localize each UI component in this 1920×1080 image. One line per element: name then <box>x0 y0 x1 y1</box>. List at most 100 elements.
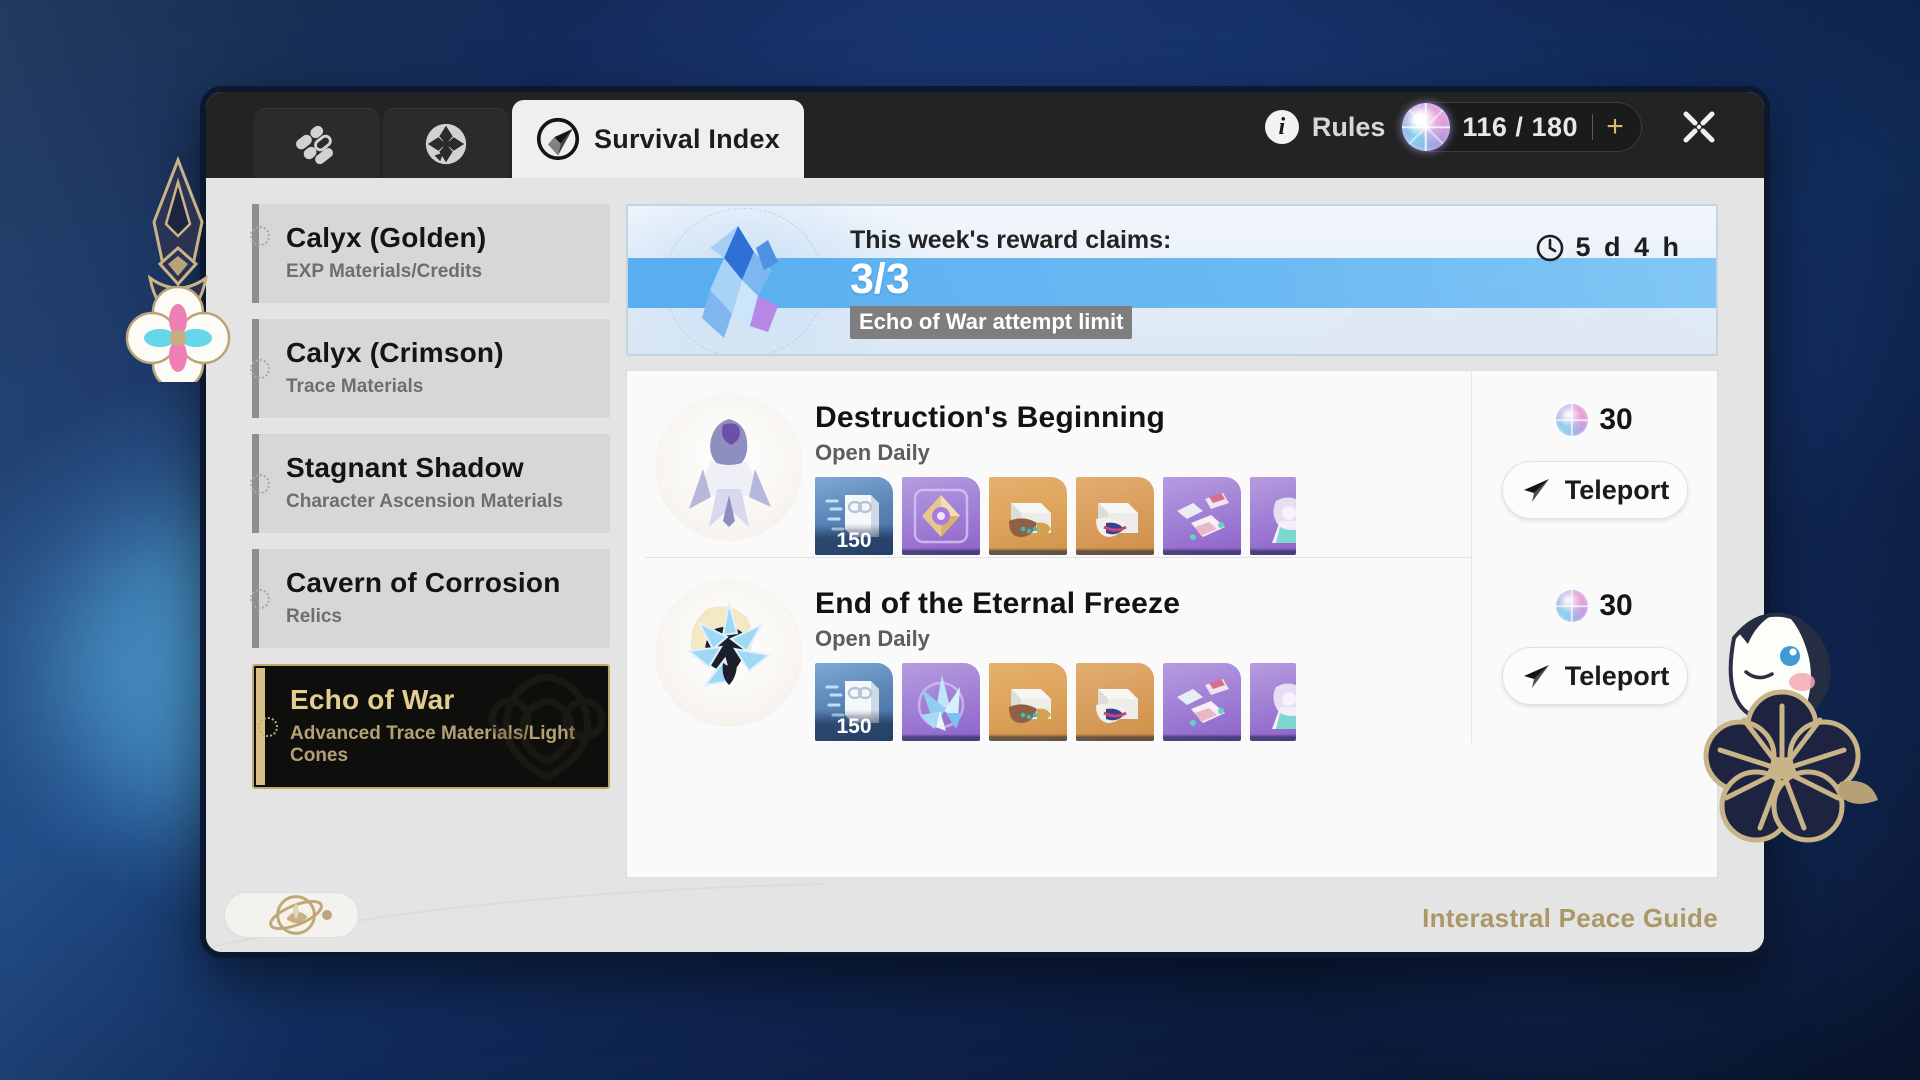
character-material-icon <box>1272 683 1296 729</box>
stage-list: Destruction's Beginning Open Daily 150 3… <box>626 370 1718 878</box>
trace-material-b-icon <box>1096 503 1138 537</box>
reward-relic-fragment[interactable] <box>1163 663 1241 741</box>
reward-quantity <box>902 548 980 555</box>
bullet-marker-icon <box>258 716 278 737</box>
stage-info: End of the Eternal Freeze Open Daily 150 <box>815 557 1472 741</box>
banner-timer-label: 5 d 4 h <box>1575 232 1682 262</box>
tab-assignments[interactable] <box>254 108 380 178</box>
reward-trace-material-a[interactable] <box>989 663 1067 741</box>
banner-timer: 5 d 4 h <box>1535 232 1682 263</box>
reward-relic-fragment[interactable] <box>1163 477 1241 555</box>
reward-list: 150 <box>815 477 1335 555</box>
reward-quantity <box>1250 734 1296 741</box>
sidebar-item-subtitle: Trace Materials <box>286 376 424 397</box>
reward-quantity: 150 <box>815 710 893 741</box>
light-cone-icon <box>913 488 969 544</box>
teleport-label: Teleport <box>1564 474 1670 505</box>
cavern-icon <box>425 123 467 164</box>
reward-quantity <box>1250 548 1296 555</box>
reward-trace-material-a[interactable] <box>989 477 1067 555</box>
blue-crystal-icon <box>702 226 778 338</box>
nav-toggle[interactable] <box>224 892 359 938</box>
sidebar-item-title: Calyx (Golden) <box>286 222 487 253</box>
window-header: Survival Index i Rules 116 / 180 + <box>206 92 1764 178</box>
stage-portrait <box>655 579 803 727</box>
weekly-reward-banner: This week's reward claims: 3/3 Echo of W… <box>626 204 1718 356</box>
trailblaze-power-counter[interactable]: 116 / 180 + <box>1402 102 1642 152</box>
stage-row-destructions-beginning[interactable]: Destruction's Beginning Open Daily 150 3… <box>627 371 1717 557</box>
bullet-marker-icon <box>250 588 270 609</box>
header-right-group: i Rules 116 / 180 + <box>1264 98 1764 178</box>
survival-index-icon <box>536 117 580 161</box>
paper-plane-icon <box>1523 665 1549 688</box>
banner-tooltip-label: Echo of War attempt limit <box>850 306 1133 340</box>
reward-credit-material[interactable]: 150 <box>815 477 893 555</box>
toggle-dot <box>322 910 332 920</box>
reward-quantity <box>989 548 1067 555</box>
teleport-button[interactable]: Teleport <box>1501 647 1688 705</box>
assignments-icon <box>296 125 333 164</box>
reward-quantity <box>1076 734 1154 741</box>
character-material-icon <box>1272 497 1296 543</box>
bullet-marker-icon <box>250 473 270 494</box>
reward-character-material[interactable] <box>1250 477 1296 555</box>
stage-cost: 30 <box>1556 589 1633 623</box>
teleport-label: Teleport <box>1564 660 1670 691</box>
trace-material-a-icon <box>1009 689 1051 723</box>
watermark-label: Interastral Peace Guide <box>1422 903 1718 933</box>
info-icon: i <box>1264 110 1299 144</box>
reward-trace-material-b[interactable] <box>1076 477 1154 555</box>
sidebar-item-calyx-crimson[interactable]: Calyx (Crimson) Trace Materials <box>250 319 610 418</box>
stage-row-end-of-the-eternal-freeze[interactable]: End of the Eternal Freeze Open Daily 150… <box>627 557 1717 743</box>
reward-quantity <box>902 734 980 741</box>
reward-credit-material[interactable]: 150 <box>815 663 893 741</box>
close-icon <box>1683 111 1715 143</box>
stage-subtitle: Open Daily <box>815 626 930 651</box>
stage-info: Destruction's Beginning Open Daily 150 <box>815 371 1472 555</box>
portrait-ring-decor <box>655 579 803 727</box>
window-body: Calyx (Golden) EXP Materials/Credits Cal… <box>206 178 1764 952</box>
sidebar-item-echo-of-war[interactable]: Echo of War Advanced Trace Materials/Lig… <box>252 664 610 789</box>
rules-label: Rules <box>1311 111 1386 142</box>
rules-button[interactable]: i Rules <box>1264 110 1386 144</box>
tab-calyx-cavern[interactable] <box>383 108 509 178</box>
reward-ice-shard[interactable] <box>902 663 980 741</box>
add-power-button[interactable]: + <box>1593 112 1637 142</box>
tab-survival-index[interactable]: Survival Index <box>512 100 804 178</box>
banner-text-group: This week's reward claims: 3/3 Echo of W… <box>850 226 1171 340</box>
planet-icon <box>269 895 323 935</box>
sidebar-item-cavern-of-corrosion[interactable]: Cavern of Corrosion Relics <box>250 549 610 648</box>
reward-list: 150 <box>815 663 1335 741</box>
reward-trace-material-b[interactable] <box>1076 663 1154 741</box>
category-sidebar: Calyx (Golden) EXP Materials/Credits Cal… <box>206 204 626 952</box>
stage-title: End of the Eternal Freeze <box>815 587 1181 620</box>
stage-portrait <box>655 393 803 541</box>
sidebar-item-title: Calyx (Crimson) <box>286 337 504 368</box>
trailblaze-power-value: 116 / 180 <box>1462 111 1578 142</box>
bullet-marker-icon <box>250 358 270 379</box>
row-divider <box>1471 557 1472 743</box>
banner-claim-count: 3/3 <box>850 255 910 303</box>
echo-of-war-emblem-icon <box>488 672 606 781</box>
stage-actions: 30 Teleport <box>1472 371 1717 519</box>
main-content: This week's reward claims: 3/3 Echo of W… <box>626 204 1764 952</box>
sidebar-item-subtitle: EXP Materials/Credits <box>286 261 483 282</box>
sidebar-item-calyx-golden[interactable]: Calyx (Golden) EXP Materials/Credits <box>250 204 610 303</box>
teleport-button[interactable]: Teleport <box>1501 461 1688 519</box>
row-divider <box>1471 371 1472 557</box>
sidebar-item-subtitle: Relics <box>286 606 342 627</box>
trace-material-b-icon <box>1096 689 1138 723</box>
reward-character-material[interactable] <box>1250 663 1296 741</box>
stage-cost: 30 <box>1556 403 1633 437</box>
sidebar-item-stagnant-shadow[interactable]: Stagnant Shadow Character Ascension Mate… <box>250 434 610 533</box>
sidebar-item-title: Cavern of Corrosion <box>286 567 561 598</box>
reward-quantity <box>989 734 1067 741</box>
window-footer: Interastral Peace Guide <box>206 880 1764 952</box>
trailblaze-power-icon <box>1556 404 1589 436</box>
ice-shard-icon <box>917 675 965 731</box>
relic-fragment-icon <box>1177 493 1229 540</box>
relic-fragment-icon <box>1177 679 1229 726</box>
reward-light-cone[interactable] <box>902 477 980 555</box>
portrait-ring-decor <box>655 393 803 541</box>
close-button[interactable] <box>1670 98 1728 156</box>
